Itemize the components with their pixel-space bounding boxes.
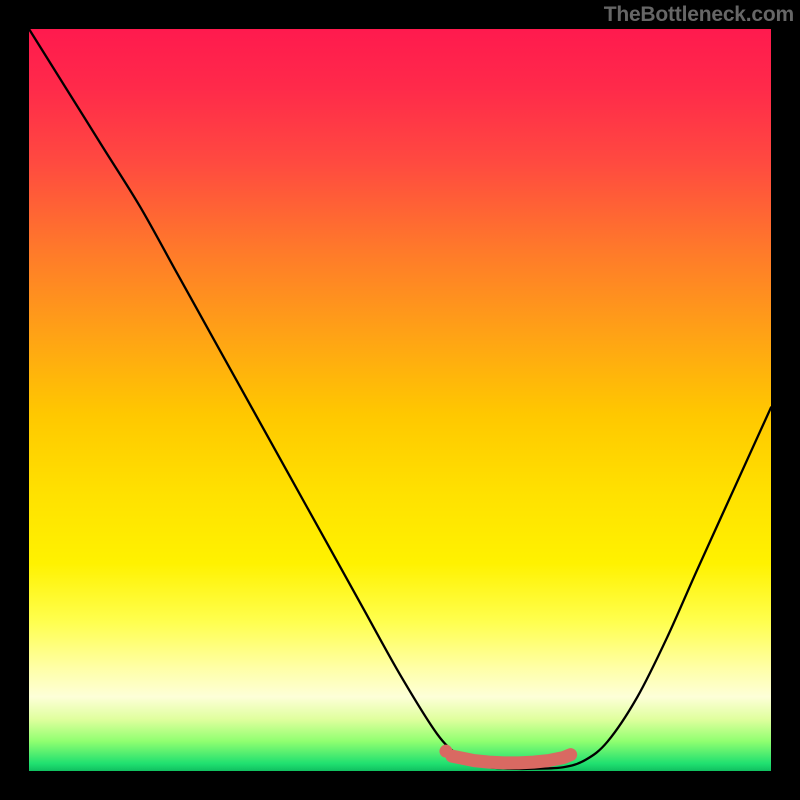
plot-area	[29, 29, 771, 771]
valley-marker-dot	[439, 745, 452, 758]
bottleneck-curve	[29, 29, 771, 771]
watermark-text: TheBottleneck.com	[604, 3, 794, 27]
chart-container: TheBottleneck.com	[0, 0, 800, 800]
valley-marker	[452, 755, 571, 763]
